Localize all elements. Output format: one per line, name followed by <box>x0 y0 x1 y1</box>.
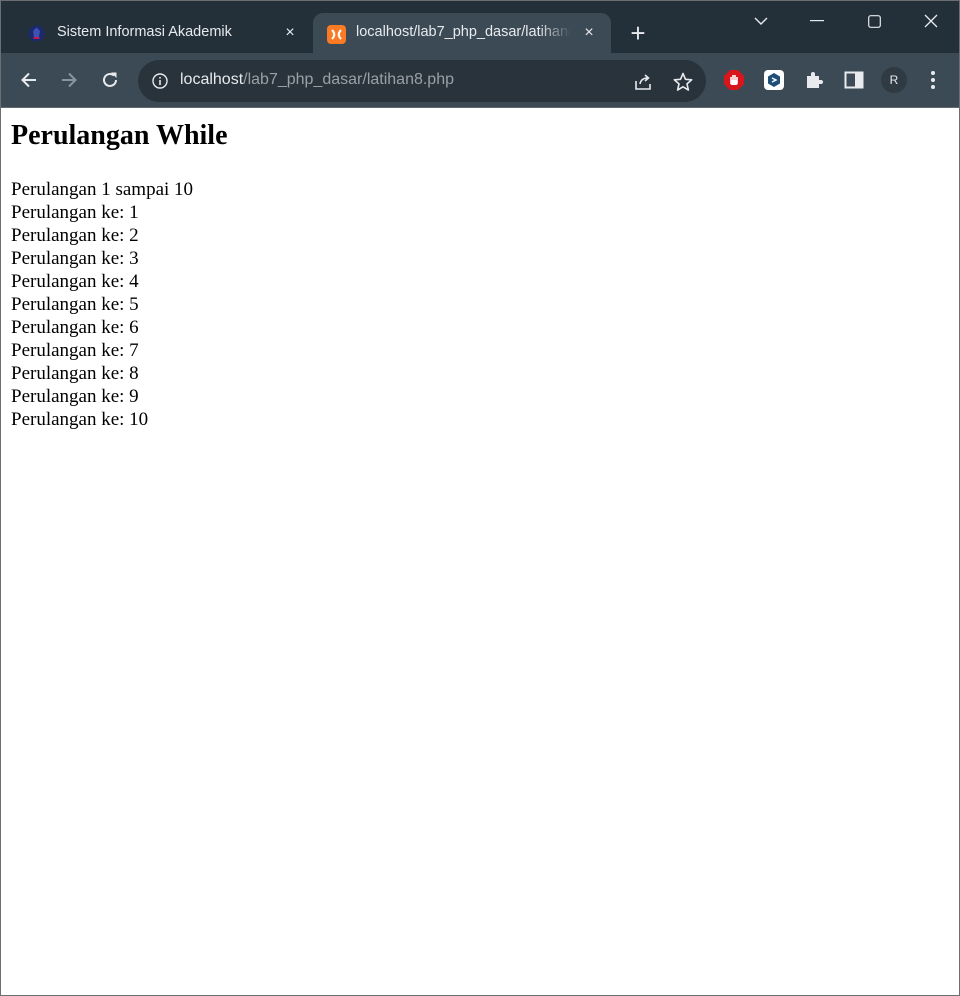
tab-latihan8[interactable]: localhost/lab7_php_dasar/latihan8.php × <box>313 13 611 53</box>
back-arrow-icon[interactable] <box>14 65 44 95</box>
loop-output: Perulangan 1 sampai 10 Perulangan ke: 1 … <box>11 178 193 431</box>
output-line: Perulangan ke: 6 <box>11 317 139 338</box>
address-bar[interactable]: localhost/lab7_php_dasar/latihan8.php <box>138 60 706 102</box>
dev-extension-icon[interactable] <box>763 69 785 91</box>
output-line: Perulangan ke: 8 <box>11 363 139 384</box>
close-tab-icon[interactable]: × <box>579 23 599 43</box>
browser-toolbar: localhost/lab7_php_dasar/latihan8.php R <box>1 53 959 108</box>
reload-icon[interactable] <box>95 65 125 95</box>
new-tab-button[interactable]: + <box>625 20 651 47</box>
tab-title: Sistem Informasi Akademik <box>57 24 232 40</box>
output-line: Perulangan ke: 1 <box>11 202 139 223</box>
profile-avatar[interactable]: R <box>881 67 907 93</box>
tab-sistem-informasi[interactable]: Sistem Informasi Akademik × <box>14 13 312 53</box>
output-line: Perulangan 1 sampai 10 <box>11 179 194 200</box>
page-content: Perulangan While Perulangan 1 sampai 10 … <box>1 109 959 995</box>
tab-title: localhost/lab7_php_dasar/latihan8.php <box>356 24 571 40</box>
bookmark-star-icon[interactable] <box>672 71 694 93</box>
output-line: Perulangan ke: 5 <box>11 294 139 315</box>
page-heading: Perulangan While <box>11 120 228 151</box>
tab-search-icon[interactable] <box>733 1 789 41</box>
output-line: Perulangan ke: 4 <box>11 271 139 292</box>
url-host: localhost <box>180 71 244 88</box>
side-panel-icon[interactable] <box>843 69 865 91</box>
more-menu-icon[interactable] <box>921 67 945 93</box>
output-line: Perulangan ke: 7 <box>11 340 139 361</box>
tab-strip: Sistem Informasi Akademik × localhost/la… <box>1 1 959 53</box>
close-window-icon[interactable] <box>903 1 959 41</box>
url-text[interactable]: localhost/lab7_php_dasar/latihan8.php <box>180 71 454 89</box>
xampp-icon <box>327 25 346 44</box>
minimize-icon[interactable] <box>789 1 845 41</box>
site-info-icon[interactable] <box>152 73 168 89</box>
browser-window: Sistem Informasi Akademik × localhost/la… <box>0 0 960 996</box>
url-path: /lab7_php_dasar/latihan8.php <box>243 71 454 88</box>
close-tab-icon[interactable]: × <box>280 23 300 43</box>
extensions-puzzle-icon[interactable] <box>803 69 825 91</box>
output-line: Perulangan ke: 3 <box>11 248 139 269</box>
forward-arrow-icon[interactable] <box>54 65 84 95</box>
adblock-extension-icon[interactable] <box>723 69 745 91</box>
output-line: Perulangan ke: 9 <box>11 386 139 407</box>
share-icon[interactable] <box>632 71 654 93</box>
output-line: Perulangan ke: 10 <box>11 409 149 430</box>
university-logo-icon <box>28 25 45 42</box>
output-line: Perulangan ke: 2 <box>11 225 139 246</box>
maximize-icon[interactable] <box>846 1 902 41</box>
